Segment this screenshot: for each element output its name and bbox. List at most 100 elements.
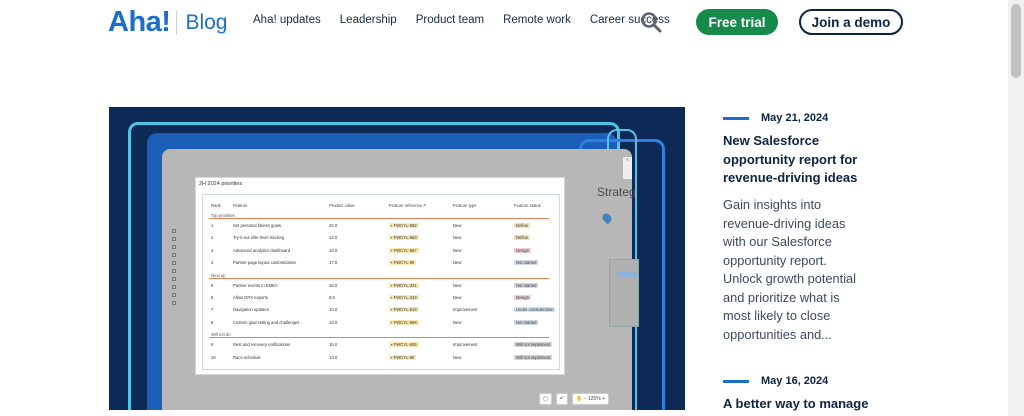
aha-blog-logo[interactable]: Aha! Blog bbox=[108, 6, 227, 39]
cell-value: 13.0 bbox=[329, 354, 338, 360]
tool-icon bbox=[172, 245, 176, 249]
cell-status-badge: Define bbox=[514, 235, 531, 241]
cell-type: New bbox=[453, 235, 462, 241]
table-header: Rank Feature Product value Feature refer… bbox=[211, 203, 570, 208]
excerpt-line: and prioritize what is bbox=[723, 289, 840, 305]
zoom-level: 125% bbox=[587, 396, 601, 402]
cell-ref-chip: ▪ FWCYL-687 bbox=[389, 247, 419, 253]
table-row: 1 Set personal fitness goals 20.0 ▪ FWCYL-5… bbox=[211, 223, 570, 228]
post-title-line: opportunity report for bbox=[723, 151, 858, 167]
cell-feature: Try-it-out elite-level tracking bbox=[233, 235, 285, 241]
nav-product-team[interactable]: Product team bbox=[416, 14, 484, 26]
strategy-card bbox=[609, 259, 639, 327]
cell-feature: Partner events in EMEA bbox=[233, 282, 278, 288]
tool-icon bbox=[172, 293, 176, 297]
cell-value: 17.0 bbox=[329, 260, 338, 266]
cell-feature: Allow GPX exports bbox=[233, 295, 268, 300]
table-row: 7 Navigation updates 10.0 ▪ FWCYL-518 Improv… bbox=[211, 307, 570, 313]
cell-type: New bbox=[453, 319, 462, 325]
cell-feature: Rest and recovery notifications bbox=[233, 342, 291, 348]
col-header: Feature type bbox=[453, 203, 477, 208]
cell-value: 10.0 bbox=[329, 307, 338, 313]
tool-icon bbox=[172, 253, 176, 257]
free-trial-button[interactable]: Free trial bbox=[696, 9, 778, 35]
comment-icon: ▢ bbox=[539, 393, 552, 405]
cell-ref: FWCYL-687 bbox=[393, 247, 417, 253]
cell-ref: FWCYL-90 bbox=[393, 260, 415, 266]
group-divider bbox=[209, 218, 549, 219]
table-row: 6 Allow GPX exports 8.0 ▪ FWCYL-319 New Desig… bbox=[211, 295, 570, 300]
cell-rank: 9 bbox=[211, 342, 214, 348]
zoom-control: ✋ − 125% + bbox=[571, 393, 609, 405]
featured-post-image[interactable]: ◻◻◻◻ « 2H 2024 priorities Rank Feature P… bbox=[109, 107, 685, 410]
post-title-link[interactable]: A better way to manage bbox=[723, 395, 923, 414]
cell-ref: FWCYL-341 bbox=[393, 282, 417, 288]
canvas-toolbar: ▢ ↶ ✋ − 125% + bbox=[539, 393, 609, 405]
cell-rank: 1 bbox=[211, 223, 214, 228]
cell-ref-chip: ▪ FWCYL-90 bbox=[389, 260, 417, 266]
search-icon[interactable] bbox=[640, 11, 662, 33]
join-demo-button[interactable]: Join a demo bbox=[799, 9, 903, 35]
cell-value: 15.0 bbox=[329, 342, 338, 348]
cell-status-badge: Design bbox=[514, 295, 532, 300]
table-row: 10 Race schedule 13.0 ▪ FWCYL-50 New Will not… bbox=[211, 354, 570, 360]
cell-status-badge: Will not implement bbox=[514, 354, 553, 360]
tool-icon bbox=[172, 261, 176, 265]
cell-type: Improvement bbox=[453, 307, 478, 313]
date-accent-line bbox=[723, 380, 749, 383]
cell-value: 13.0 bbox=[329, 319, 338, 325]
cell-value: 16.0 bbox=[329, 282, 338, 288]
undo-icon: ↶ bbox=[555, 393, 568, 405]
tool-icon bbox=[172, 277, 176, 281]
cell-rank: 6 bbox=[211, 295, 214, 300]
post-excerpt: Gain insights into revenue-driving ideas… bbox=[723, 196, 893, 344]
cell-type: New bbox=[453, 354, 462, 360]
post-title-link[interactable]: New Salesforce opportunity report for re… bbox=[723, 132, 883, 188]
logo-blog-label: Blog bbox=[185, 10, 228, 34]
priorities-sheet: 2H 2024 priorities Rank Feature Product … bbox=[195, 177, 565, 375]
tool-icon bbox=[172, 285, 176, 289]
excerpt-line: Unlock growth potential bbox=[723, 271, 857, 286]
col-header: Product value bbox=[329, 203, 355, 208]
post-title-line: A better way to manage bbox=[723, 396, 869, 411]
cell-value: 18.0 bbox=[329, 247, 338, 253]
app-top-icons: ◻◻◻◻ bbox=[359, 134, 407, 141]
cell-status-badge: Not started bbox=[514, 260, 539, 266]
main-nav: Aha! updates Leadership Product team Rem… bbox=[253, 14, 689, 26]
cell-ref: FWCYL-698 bbox=[393, 319, 417, 325]
cell-ref-chip: ▪ FWCYL-319 bbox=[389, 295, 419, 300]
cell-status-badge: Will not implement bbox=[514, 342, 553, 348]
cell-ref-chip: ▪ FWCYL-50 bbox=[389, 354, 417, 360]
page-scrollbar[interactable] bbox=[1008, 0, 1024, 416]
site-header: Aha! Blog Aha! updates Leadership Produc… bbox=[0, 0, 1008, 46]
blog-page: Aha! Blog Aha! updates Leadership Produc… bbox=[0, 0, 1024, 416]
scrollbar-thumb[interactable] bbox=[1011, 4, 1021, 78]
nav-leadership[interactable]: Leadership bbox=[340, 14, 397, 26]
tool-icon bbox=[172, 269, 176, 273]
cell-ref-chip: ▪ FWCYL-563 bbox=[389, 235, 419, 241]
col-header: Feature bbox=[233, 203, 248, 208]
post-title-line: revenue-driving ideas bbox=[723, 170, 858, 185]
group-divider bbox=[209, 277, 549, 279]
cell-ref-chip: ▪ FWCYL-582 bbox=[389, 223, 419, 228]
cell-ref-chip: ▪ FWCYL-698 bbox=[389, 319, 419, 325]
strategy-bar bbox=[617, 271, 637, 277]
cell-feature: Partner page layout customization bbox=[233, 260, 297, 266]
cell-type: New bbox=[453, 295, 462, 300]
nav-remote-work[interactable]: Remote work bbox=[503, 14, 571, 26]
cell-rank: 2 bbox=[211, 235, 214, 241]
drawing-toolbar bbox=[172, 229, 176, 305]
table-row: 8 Custom goal setting and challenges 13.0 ▪… bbox=[211, 319, 570, 325]
group-divider bbox=[209, 337, 549, 339]
zoom-in-icon: + bbox=[600, 396, 605, 402]
excerpt-line: most likely to close bbox=[723, 308, 831, 323]
cell-type: New bbox=[453, 282, 462, 288]
date-accent-line bbox=[723, 117, 749, 120]
collapse-icon: « bbox=[623, 157, 632, 179]
post-date: May 21, 2024 bbox=[761, 112, 829, 124]
tool-icon bbox=[172, 229, 176, 233]
strategy-panel-title: Strateg bbox=[597, 185, 636, 199]
nav-aha-updates[interactable]: Aha! updates bbox=[253, 14, 321, 26]
cell-ref-chip: ▪ FWCYL-341 bbox=[389, 282, 419, 288]
tool-icon bbox=[172, 237, 176, 241]
